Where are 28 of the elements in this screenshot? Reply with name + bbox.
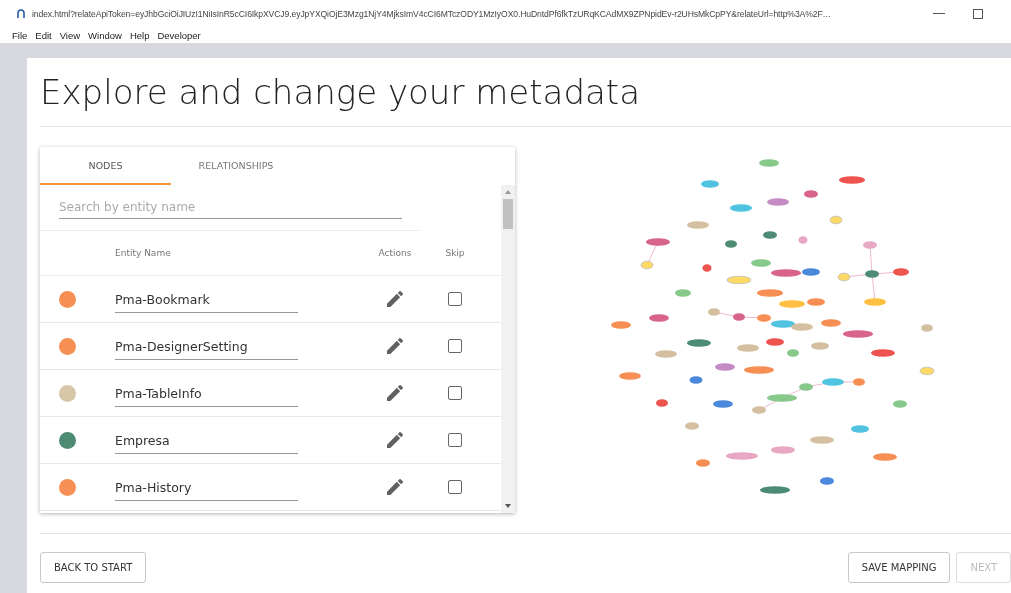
menu-item[interactable]: File bbox=[12, 30, 28, 41]
maximize-icon[interactable] bbox=[973, 9, 983, 19]
pencil-icon[interactable] bbox=[387, 432, 403, 448]
scrollbar[interactable] bbox=[501, 185, 515, 513]
column-header: Skip bbox=[444, 248, 466, 258]
menu-item[interactable]: Edit bbox=[35, 30, 52, 41]
pencil-icon[interactable] bbox=[387, 338, 403, 354]
checkbox[interactable] bbox=[448, 339, 462, 353]
button[interactable]: BACK TO START bbox=[40, 552, 147, 583]
page-title: Explore and change your metadata bbox=[40, 71, 641, 114]
menu-item[interactable]: View bbox=[59, 30, 81, 41]
pencil-icon[interactable] bbox=[387, 385, 403, 401]
menu-item[interactable]: Developer bbox=[157, 30, 201, 41]
button[interactable]: SAVE MAPPING bbox=[847, 552, 951, 583]
column-header: Actions bbox=[377, 248, 413, 258]
checkbox[interactable] bbox=[448, 480, 462, 494]
checkbox[interactable] bbox=[448, 386, 462, 400]
checkbox[interactable] bbox=[448, 433, 462, 447]
app-icon bbox=[16, 9, 26, 19]
checkbox[interactable] bbox=[448, 292, 462, 306]
column-header: Entity Name bbox=[115, 248, 172, 258]
pencil-icon[interactable] bbox=[387, 479, 403, 495]
window-title: index.html?relateApiToken=eyJhbGciOiJIUzI1NiIsInR5cCI6IkpXVCJ9.eyJpYXQiOjE3Mzg1NjY4MjksImV4cCI6MTczODY1MzIyOX0.HuDntdPf6fkTzURqKCAdMX9ZPNpidEv-r2UHsMkCpPY&relateUrl=http%3A%2F… bbox=[32, 9, 833, 19]
pencil-icon[interactable] bbox=[387, 291, 403, 307]
tab[interactable]: NODES bbox=[40, 147, 171, 185]
minimize-icon[interactable] bbox=[933, 13, 945, 15]
menu-item[interactable]: Help bbox=[129, 30, 150, 41]
menu-item[interactable]: Window bbox=[88, 30, 122, 41]
